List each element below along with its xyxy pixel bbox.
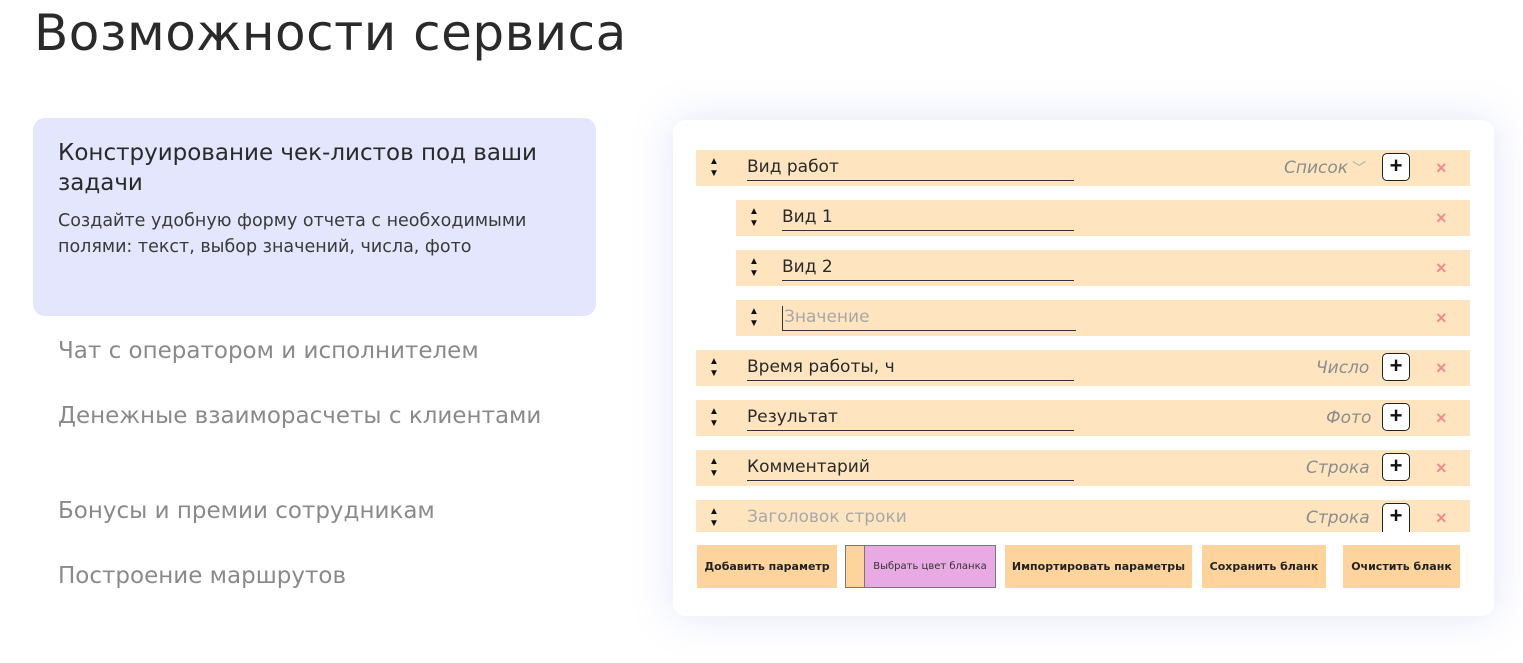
page-title: Возможности сервиса <box>34 4 627 62</box>
close-icon[interactable]: × <box>1436 259 1447 277</box>
close-icon[interactable]: × <box>1436 159 1447 177</box>
feature-title: Конструирование чек-листов под ваши зада… <box>58 140 537 196</box>
chevron-down-icon: ﹀ <box>1352 161 1367 177</box>
plus-icon[interactable]: + <box>1382 153 1410 181</box>
plus-icon[interactable]: + <box>1382 453 1410 481</box>
import-params-button[interactable]: Импортировать параметры <box>1005 545 1192 588</box>
sort-arrows-icon[interactable]: ▲ ▼ <box>708 356 720 380</box>
option-value-input[interactable]: Вид 1 <box>782 206 1074 231</box>
param-type-label[interactable]: Фото <box>1326 408 1371 428</box>
param-name-input[interactable]: Заголовок строки <box>747 506 1074 530</box>
choose-color-label: Выбрать цвет бланка <box>873 561 987 572</box>
feature-item-payments[interactable]: Денежные взаиморасчеты с клиентами <box>33 401 603 431</box>
option-value-input[interactable]: Значение <box>782 306 1076 331</box>
feature-item-bonuses[interactable]: Бонусы и премии сотрудникам <box>33 496 603 526</box>
sort-arrows-icon[interactable]: ▲ ▼ <box>748 206 760 230</box>
param-type-select[interactable]: Список ﹀ <box>1284 158 1366 178</box>
plus-icon[interactable]: + <box>1382 503 1410 532</box>
param-type-label[interactable]: Строка <box>1306 508 1370 528</box>
feature-item-routes[interactable]: Построение маршрутов <box>33 561 603 591</box>
save-form-button[interactable]: Сохранить бланк <box>1202 545 1326 588</box>
plus-icon[interactable]: + <box>1382 353 1410 381</box>
param-row: ▲ ▼ Время работы, ч Число + × <box>696 350 1470 386</box>
param-row: ▲ ▼ Вид работ Список ﹀ + × <box>696 150 1470 186</box>
option-row: ▲ ▼ Вид 1 × <box>736 200 1470 236</box>
param-name-input[interactable]: Комментарий <box>747 456 1074 481</box>
param-name-input[interactable]: Вид работ <box>747 156 1074 181</box>
sort-arrows-icon[interactable]: ▲ ▼ <box>708 506 720 530</box>
plus-icon[interactable]: + <box>1382 403 1410 431</box>
param-row: ▲ ▼ Заголовок строки Строка + × <box>696 500 1470 532</box>
feature-item-checklists[interactable]: Конструирование чек-листов под ваши зада… <box>33 118 596 316</box>
close-icon[interactable]: × <box>1436 359 1447 377</box>
sort-arrows-icon[interactable]: ▲ ▼ <box>708 456 720 480</box>
sort-arrows-icon[interactable]: ▲ ▼ <box>708 406 720 430</box>
close-icon[interactable]: × <box>1436 459 1447 477</box>
param-type-label: Список <box>1284 158 1349 178</box>
add-param-button[interactable]: Добавить параметр <box>697 545 837 588</box>
checklist-builder: ▲ ▼ Вид работ Список ﹀ + × ▲ ▼ Вид 1 × ▲ ▼ В… <box>673 120 1494 616</box>
param-row: ▲ ▼ Комментарий Строка + × <box>696 450 1470 486</box>
sort-arrows-icon[interactable]: ▲ ▼ <box>748 256 760 280</box>
param-row: ▲ ▼ Результат Фото + × <box>696 400 1470 436</box>
close-icon[interactable]: × <box>1436 309 1447 327</box>
close-icon[interactable]: × <box>1436 509 1447 527</box>
param-type-label[interactable]: Число <box>1316 358 1369 378</box>
color-swatch <box>846 546 865 587</box>
close-icon[interactable]: × <box>1436 209 1447 227</box>
choose-color-button[interactable]: Выбрать цвет бланка <box>845 545 996 588</box>
clear-form-button[interactable]: Очистить бланк <box>1343 545 1460 588</box>
param-name-input[interactable]: Время работы, ч <box>747 356 1074 381</box>
option-row: ▲ ▼ Вид 2 × <box>736 250 1470 286</box>
option-row: ▲ ▼ Значение × <box>736 300 1470 336</box>
sort-arrows-icon[interactable]: ▲ ▼ <box>748 306 760 330</box>
close-icon[interactable]: × <box>1436 409 1447 427</box>
sort-arrows-icon[interactable]: ▲ ▼ <box>708 156 720 180</box>
param-type-label[interactable]: Строка <box>1306 458 1370 478</box>
param-name-input[interactable]: Результат <box>747 406 1074 431</box>
feature-item-chat[interactable]: Чат с оператором и исполнителем <box>33 336 603 366</box>
feature-description: Создайте удобную форму отчета с необходи… <box>58 211 527 257</box>
feature-list: Конструирование чек-листов под ваши зада… <box>33 118 596 589</box>
option-value-input[interactable]: Вид 2 <box>782 256 1074 281</box>
